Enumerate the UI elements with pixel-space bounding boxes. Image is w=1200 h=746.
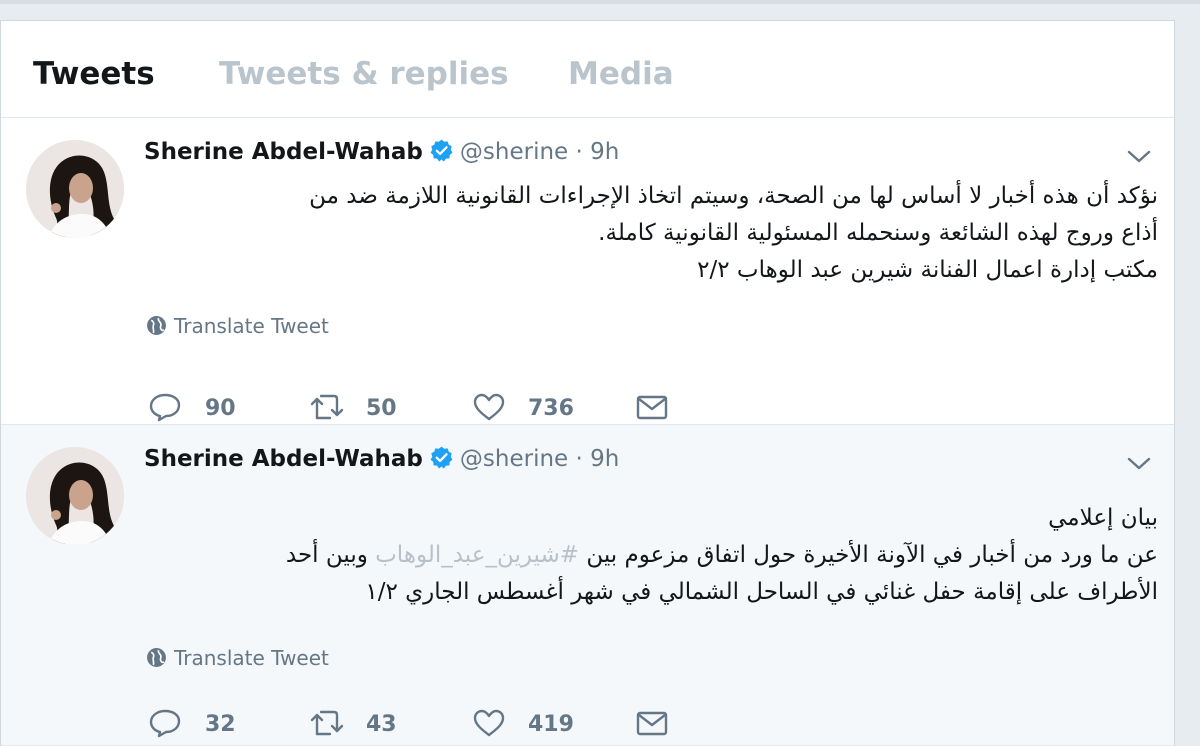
reply-count: 32 [205,712,236,737]
tweet-header: Sherine Abdel-Wahab @sherine · 9h [144,445,619,472]
retweet-count: 50 [366,396,397,421]
tweet-text-line: مكتب إدارة اعمال الفنانة شيرين عبد الوها… [697,257,1158,283]
translate-tweet-link[interactable]: Translate Tweet [146,314,329,338]
tweet-timestamp[interactable]: 9h [590,139,619,165]
tweet-text: نؤكد أن هذه أخبار لا أساس لها من الصحة، … [148,178,1158,289]
author-name[interactable]: Sherine Abdel-Wahab [144,139,423,165]
separator-dot: · [575,139,583,165]
tweet-text-line: أذاع وروج لهذه الشائعة وسنحمله المسئولية… [598,220,1158,246]
retweet-icon [310,394,344,420]
envelope-icon [636,395,668,420]
tweet[interactable]: Sherine Abdel-Wahab @sherine · 9h بيان إع… [1,425,1174,746]
chevron-down-icon[interactable] [1126,455,1152,473]
verified-badge-icon [430,446,453,469]
tweet-header: Sherine Abdel-Wahab @sherine · 9h [144,138,619,165]
profile-timeline: Tweets Tweets & replies Media Sherine Ab… [0,20,1175,746]
chevron-down-icon[interactable] [1126,148,1152,166]
tweet-text-segment: وبين أحد [285,542,376,568]
reply-count: 90 [205,396,236,421]
author-handle[interactable]: @sherine [460,446,568,472]
tweet-text-line: بيان إعلامي [1048,505,1158,531]
tweet-timestamp[interactable]: 9h [590,446,619,472]
translate-tweet-link[interactable]: Translate Tweet [146,646,329,670]
verified-badge-icon [430,139,453,162]
tweet[interactable]: Sherine Abdel-Wahab @sherine · 9h نؤكد أن… [1,118,1174,425]
tweet-text-line: نؤكد أن هذه أخبار لا أساس لها من الصحة، … [309,183,1158,209]
author-handle[interactable]: @sherine [460,139,568,165]
heart-icon [473,393,505,421]
like-count: 736 [528,396,574,421]
envelope-icon [636,711,668,736]
translate-label: Translate Tweet [174,314,329,338]
tab-tweets-and-replies[interactable]: Tweets & replies [219,56,509,92]
globe-icon [147,316,166,335]
avatar[interactable] [26,140,124,238]
reply-icon [149,709,181,738]
separator-dot: · [575,446,583,472]
translate-label: Translate Tweet [174,646,329,670]
tab-tweets[interactable]: Tweets [33,56,155,92]
tweet-text-line: عن ما ورد من أخبار في الآونة الأخيرة حول… [148,537,1158,574]
tab-media[interactable]: Media [568,56,674,92]
avatar[interactable] [26,447,124,545]
reply-icon [149,393,181,422]
retweet-icon [310,710,344,736]
retweet-count: 43 [366,712,397,737]
hashtag-link[interactable]: #شيرين_عبد_الوهاب [375,542,579,568]
like-count: 419 [528,712,574,737]
globe-icon [147,648,166,667]
window-top-edge [0,0,1200,4]
tweet-text-line: الأطراف على إقامة حفل غنائي في الساحل ال… [365,579,1158,605]
timeline-tabs: Tweets Tweets & replies Media [1,21,1174,118]
heart-icon [473,709,505,737]
author-name[interactable]: Sherine Abdel-Wahab [144,446,423,472]
tweet-text-segment: عن ما ورد من أخبار في الآونة الأخيرة حول… [579,542,1158,568]
tweet-text: بيان إعلامي عن ما ورد من أخبار في الآونة… [148,500,1158,611]
